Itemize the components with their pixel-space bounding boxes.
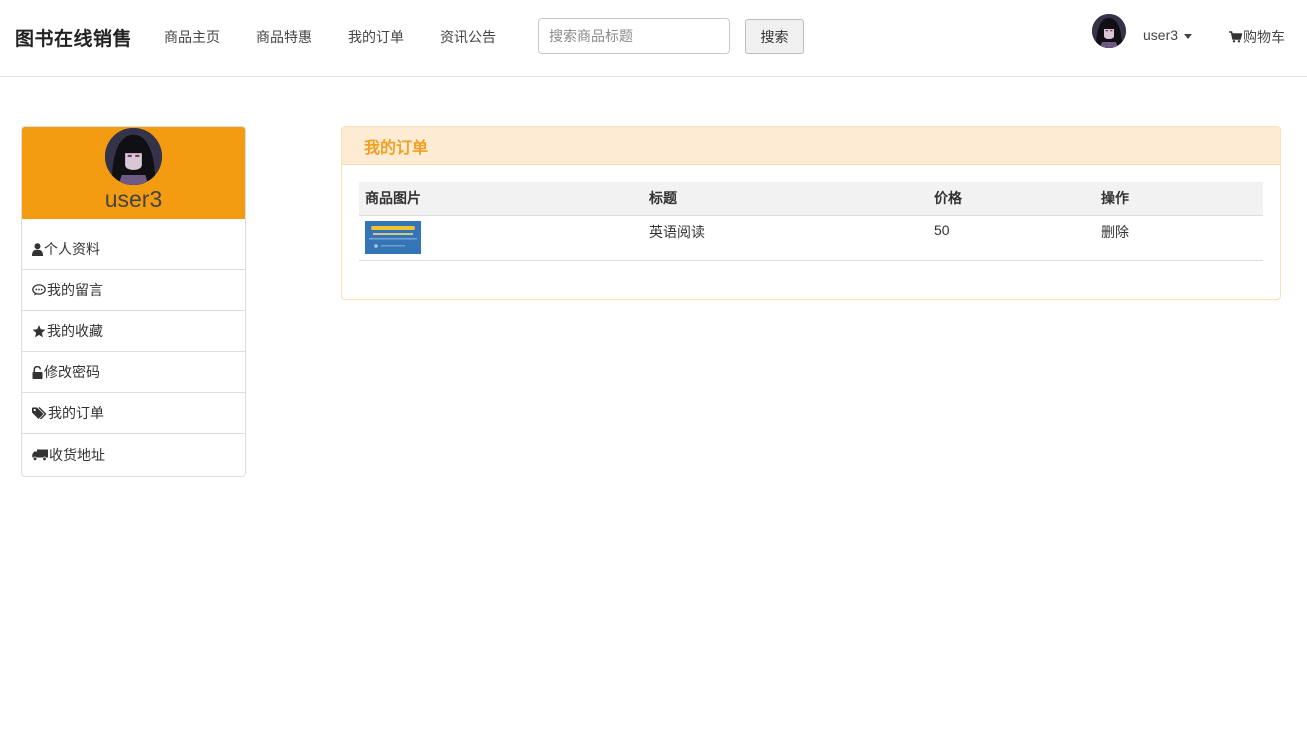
product-image-cell	[359, 215, 643, 261]
nav-link-news[interactable]: 资讯公告	[440, 27, 496, 47]
nav-user-avatar[interactable]	[1092, 14, 1126, 48]
table-header-row: 商品图片 标题 价格 操作	[359, 182, 1263, 216]
sidebar-menu: 个人资料 我的留言 我的收藏 修改密码 我的订单 收货地址	[22, 229, 245, 475]
nav-link-deals[interactable]: 商品特惠	[256, 27, 312, 47]
user-dropdown-label: user3	[1143, 27, 1179, 43]
table-row: 英语阅读 50 删除	[359, 215, 1263, 261]
sidebar-item-address[interactable]: 收货地址	[22, 434, 245, 475]
order-title-cell: 英语阅读	[643, 215, 928, 261]
avatar-image	[105, 128, 162, 185]
nav-link-home[interactable]: 商品主页	[164, 27, 220, 47]
top-navbar: 图书在线销售 商品主页 商品特惠 我的订单 资讯公告 搜索 user3 购物车	[0, 0, 1307, 77]
sidebar-item-my-orders[interactable]: 我的订单	[22, 393, 245, 434]
sidebar-item-favorites[interactable]: 我的收藏	[22, 311, 245, 352]
site-brand[interactable]: 图书在线销售	[15, 24, 132, 51]
chevron-down-icon	[1184, 33, 1193, 39]
column-header-title: 标题	[643, 182, 928, 216]
cart-link[interactable]: 购物车	[1229, 27, 1285, 47]
user-sidebar: user3 个人资料 我的留言 我的收藏 修改密码 我的订单 收货地址	[21, 126, 246, 477]
orders-table-wrapper: 商品图片 标题 价格 操作 英语阅读 50 删除	[359, 182, 1263, 261]
sidebar-avatar	[105, 128, 162, 185]
sidebar-item-label: 我的订单	[48, 405, 104, 421]
sidebar-item-label: 个人资料	[44, 241, 100, 257]
comment-icon	[32, 284, 46, 296]
order-price-cell: 50	[928, 215, 1095, 261]
user-icon	[32, 242, 43, 256]
orders-panel: 我的订单 商品图片 标题 价格 操作 英语阅读 50 删除	[341, 126, 1281, 300]
profile-header: user3	[22, 127, 245, 219]
star-icon	[32, 324, 46, 337]
orders-table: 商品图片 标题 价格 操作 英语阅读 50 删除	[359, 182, 1263, 261]
sidebar-username: user3	[104, 186, 163, 212]
truck-icon	[32, 449, 48, 461]
sidebar-item-label: 我的留言	[47, 282, 103, 298]
sidebar-item-label: 我的收藏	[47, 323, 103, 339]
delete-order-link[interactable]: 删除	[1101, 224, 1129, 240]
sidebar-item-messages[interactable]: 我的留言	[22, 270, 245, 311]
tags-icon	[32, 406, 47, 419]
panel-title: 我的订单	[342, 127, 1280, 165]
user-dropdown[interactable]: user3	[1143, 27, 1193, 43]
search-input[interactable]	[538, 18, 730, 54]
cart-label: 购物车	[1243, 29, 1285, 45]
nav-link-my-orders[interactable]: 我的订单	[348, 27, 404, 47]
product-thumbnail[interactable]	[365, 220, 421, 254]
unlock-icon	[32, 365, 43, 379]
shopping-cart-icon	[1229, 31, 1243, 43]
sidebar-item-profile[interactable]: 个人资料	[22, 229, 245, 270]
column-header-price: 价格	[928, 182, 1095, 216]
sidebar-item-change-password[interactable]: 修改密码	[22, 352, 245, 393]
column-header-action: 操作	[1095, 182, 1263, 216]
sidebar-item-label: 修改密码	[44, 364, 100, 380]
sidebar-item-label: 收货地址	[49, 446, 105, 463]
avatar-image	[1092, 14, 1126, 48]
order-action-cell: 删除	[1095, 215, 1263, 261]
column-header-image: 商品图片	[359, 182, 643, 216]
search-button[interactable]: 搜索	[745, 19, 804, 54]
